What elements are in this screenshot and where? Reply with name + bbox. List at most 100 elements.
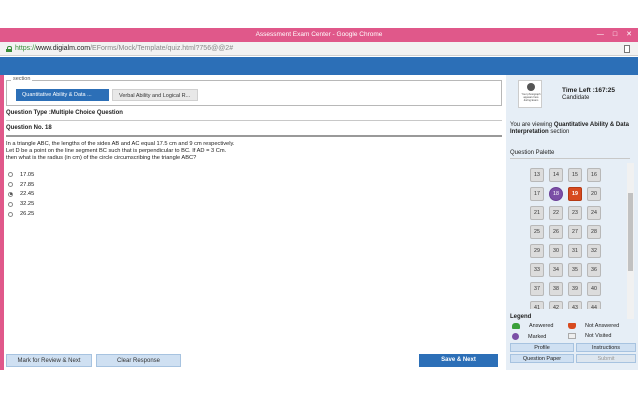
palette-question-26[interactable]: 26 xyxy=(549,225,563,239)
palette-question-30[interactable]: 30 xyxy=(549,244,563,258)
legend-label: Not Answered xyxy=(585,323,620,329)
address-bar[interactable]: https://www.digialm.com/EForms/Mock/Temp… xyxy=(0,42,638,56)
time-left: Time Left :167:25 xyxy=(562,87,615,94)
palette-question-39[interactable]: 39 xyxy=(568,282,582,296)
palette-title: Question Palette xyxy=(510,150,555,156)
palette-question-36[interactable]: 36 xyxy=(587,263,601,277)
palette-question-34[interactable]: 34 xyxy=(549,263,563,277)
palette-question-20[interactable]: 20 xyxy=(587,187,601,201)
url-scheme: https:// xyxy=(15,45,37,52)
palette-scrollbar[interactable] xyxy=(627,163,634,319)
answer-option[interactable]: 27.85 xyxy=(8,180,34,190)
radio-button[interactable] xyxy=(8,211,13,217)
option-label: 22.45 xyxy=(20,191,35,198)
palette-question-32[interactable]: 32 xyxy=(587,244,601,258)
palette-question-38[interactable]: 38 xyxy=(549,282,563,296)
palette-question-31[interactable]: 31 xyxy=(568,244,582,258)
scrollbar-thumb[interactable] xyxy=(628,193,633,271)
palette-question-16[interactable]: 16 xyxy=(587,168,601,182)
palette-question-23[interactable]: 23 xyxy=(568,206,582,220)
legend-title: Legend xyxy=(510,314,532,320)
clear-response-button[interactable]: Clear Response xyxy=(96,354,181,367)
question-paper-button[interactable]: Question Paper xyxy=(510,354,574,363)
radio-button[interactable] xyxy=(8,201,13,207)
lock-icon xyxy=(6,45,12,52)
viewing-section-text: You are viewing Quantitative Ability & D… xyxy=(510,122,636,136)
question-text-line: In a triangle ABC, the lengths of the si… xyxy=(6,141,235,147)
instructions-button[interactable]: Instructions xyxy=(576,343,636,352)
candidate-avatar: Your photograph appears here during Exam xyxy=(518,80,542,108)
profile-button[interactable]: Profile xyxy=(510,343,574,352)
section-selector: section Quantitative Ability & Data ... … xyxy=(6,76,502,106)
viewing-prefix: You are viewing xyxy=(510,122,554,128)
candidate-name: Candidate xyxy=(562,95,590,101)
palette-question-41[interactable]: 41 xyxy=(530,301,544,309)
window-border xyxy=(0,75,4,370)
answer-options: 17.05 27.85 22.45 32.25 26.25 xyxy=(8,170,34,219)
tab-verbal-ability[interactable]: Verbal Ability and Logical R... xyxy=(112,89,198,101)
palette-question-28[interactable]: 28 xyxy=(587,225,601,239)
palette-question-40[interactable]: 40 xyxy=(587,282,601,296)
palette-question-25[interactable]: 25 xyxy=(530,225,544,239)
palette-question-27[interactable]: 27 xyxy=(568,225,582,239)
not-answered-icon xyxy=(568,323,576,329)
answer-option[interactable]: 32.25 xyxy=(8,199,34,209)
question-number: Question No. 18 xyxy=(6,125,52,131)
legend-label: Answered xyxy=(529,323,554,329)
palette-question-29[interactable]: 29 xyxy=(530,244,544,258)
page-icon xyxy=(624,45,630,53)
radio-button[interactable] xyxy=(8,182,13,188)
divider xyxy=(6,135,502,137)
close-icon[interactable]: ✕ xyxy=(626,28,632,42)
not-visited-icon xyxy=(568,333,576,339)
question-text-line: Let D be a point on the line segment BC … xyxy=(6,148,227,154)
window-controls: — □ ✕ xyxy=(597,28,632,42)
maximize-icon[interactable]: □ xyxy=(613,28,617,42)
palette-question-19[interactable]: 19 xyxy=(568,187,582,201)
tab-quantitative-ability[interactable]: Quantitative Ability & Data ... xyxy=(16,89,109,101)
question-palette-grid: 13 14 15 16 17 18 19 20 21 22 23 24 25 26 27 28 29 30 31 32… xyxy=(530,168,630,309)
url-path: /EForms/Mock/Template/quiz.html?756@@2# xyxy=(90,45,234,52)
legend-not-visited: Not Visited xyxy=(568,333,612,339)
answer-option[interactable]: 22.45 xyxy=(8,190,34,200)
palette-question-14[interactable]: 14 xyxy=(549,168,563,182)
question-text-line: then what is the radius (in cm) of the c… xyxy=(6,155,197,161)
url-host: www.digialm.com xyxy=(36,45,91,52)
question-palette-panel: Your photograph appears here during Exam… xyxy=(506,75,638,370)
palette-question-18[interactable]: 18 xyxy=(549,187,563,201)
radio-button[interactable] xyxy=(8,172,13,178)
palette-question-22[interactable]: 22 xyxy=(549,206,563,220)
mark-for-review-button[interactable]: Mark for Review & Next xyxy=(6,354,92,367)
legend-not-answered: Not Answered xyxy=(568,323,619,329)
answer-option[interactable]: 17.05 xyxy=(8,170,34,180)
palette-question-21[interactable]: 21 xyxy=(530,206,544,220)
legend-label: Marked xyxy=(528,333,547,340)
palette-question-33[interactable]: 33 xyxy=(530,263,544,277)
palette-question-42[interactable]: 42 xyxy=(549,301,563,309)
exam-header-bar xyxy=(0,57,638,75)
save-next-button[interactable]: Save & Next xyxy=(419,354,498,367)
radio-button-selected[interactable] xyxy=(8,191,13,197)
palette-question-13[interactable]: 13 xyxy=(530,168,544,182)
option-label: 17.05 xyxy=(20,171,35,178)
divider xyxy=(510,158,630,159)
palette-question-24[interactable]: 24 xyxy=(587,206,601,220)
section-legend: section xyxy=(11,76,33,82)
option-label: 27.85 xyxy=(20,181,35,188)
submit-button[interactable]: Submit xyxy=(576,354,636,363)
palette-question-15[interactable]: 15 xyxy=(568,168,582,182)
answer-option[interactable]: 26.25 xyxy=(8,209,34,219)
palette-question-35[interactable]: 35 xyxy=(568,263,582,277)
palette-question-43[interactable]: 43 xyxy=(568,301,582,309)
viewing-suffix: section xyxy=(548,129,570,135)
photo-caption: Your photograph appears here during Exam xyxy=(521,93,541,102)
window-title: Assessment Exam Center - Google Chrome xyxy=(255,31,383,38)
legend-answered: Answered xyxy=(512,323,553,329)
browser-title-bar: Assessment Exam Center - Google Chrome —… xyxy=(0,28,638,42)
option-label: 26.25 xyxy=(20,211,35,218)
palette-question-44[interactable]: 44 xyxy=(587,301,601,309)
palette-question-17[interactable]: 17 xyxy=(530,187,544,201)
palette-question-37[interactable]: 37 xyxy=(530,282,544,296)
minimize-icon[interactable]: — xyxy=(597,28,604,42)
option-label: 32.25 xyxy=(20,201,35,208)
